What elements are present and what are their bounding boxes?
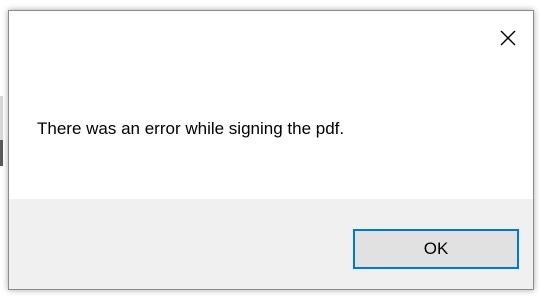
- ok-button-label: OK: [423, 239, 449, 258]
- close-button[interactable]: [493, 23, 523, 53]
- error-message: There was an error while signing the pdf…: [37, 119, 345, 138]
- close-icon: [500, 30, 516, 46]
- error-dialog: There was an error while signing the pdf…: [8, 10, 534, 290]
- dialog-footer: OK: [9, 199, 533, 289]
- background-window-edge-dark: [0, 140, 3, 166]
- ok-button[interactable]: OK: [353, 229, 519, 269]
- dialog-content: There was an error while signing the pdf…: [9, 11, 533, 199]
